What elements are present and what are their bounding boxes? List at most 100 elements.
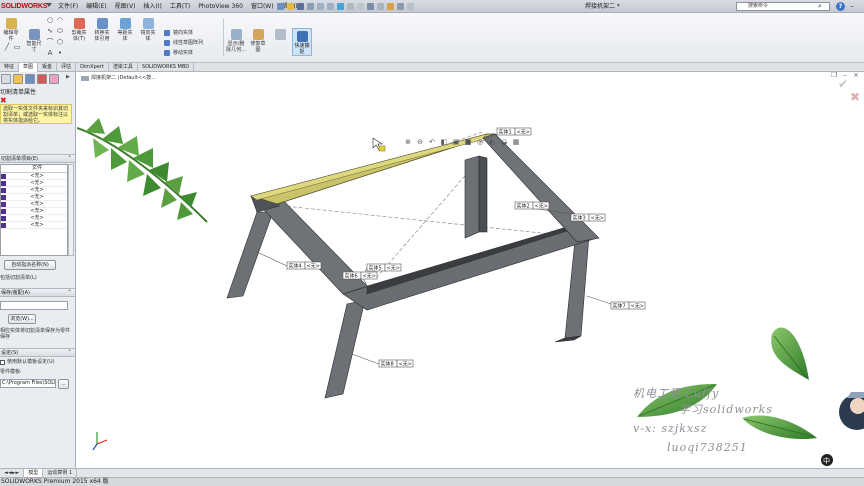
zoom-to-fit-icon[interactable]: ⊕ xyxy=(404,138,412,146)
callout-7[interactable]: 实体7 <无> xyxy=(610,301,646,310)
menu-photoview[interactable]: PhotoView 360 xyxy=(194,0,247,13)
template-path-field[interactable]: C:\Program Files\SOLIDWORKS xyxy=(0,379,56,388)
save-path-field[interactable] xyxy=(0,301,68,310)
tab-render-tools[interactable]: 渲染工具 xyxy=(109,63,138,72)
tab-mbd[interactable]: SOLIDWORKS MBD xyxy=(138,63,195,72)
tab-sketch[interactable]: 草图 xyxy=(19,63,39,72)
callout-1[interactable]: 实体1 <无> xyxy=(496,127,532,135)
display-manager-tab-icon[interactable] xyxy=(49,74,59,84)
frame-member[interactable] xyxy=(480,133,600,243)
section-view-icon[interactable]: ◧ xyxy=(440,138,448,146)
menu-view[interactable]: 视图(V) xyxy=(111,0,140,13)
options-gear-icon[interactable] xyxy=(357,3,364,10)
select-icon[interactable] xyxy=(327,3,334,10)
cut-list-group-header[interactable]: 切割清单项目(E) ⌃ xyxy=(0,154,75,163)
save-icon[interactable] xyxy=(297,3,304,10)
repair-sketch-button[interactable]: 修复草 图 xyxy=(248,27,268,57)
smart-dimension-button[interactable]: 智能尺 寸 xyxy=(24,27,44,57)
nav-arrows-icon[interactable]: ◄◄►► xyxy=(0,469,25,477)
file-properties-icon[interactable] xyxy=(347,3,354,10)
trim-entities-button[interactable]: 剪裁实 体(T) xyxy=(69,16,89,56)
mirror-entities-button[interactable]: 镜向实 体 xyxy=(138,16,158,56)
weldment-frame[interactable] xyxy=(226,133,600,399)
line-tool-icon[interactable]: ╱ xyxy=(3,43,11,51)
panel-scroll-right-icon[interactable]: ▶ xyxy=(66,74,70,80)
display-relations-button[interactable]: 显示/删 除几何... xyxy=(226,27,246,57)
tab-dimxpert[interactable]: DimXpert xyxy=(76,63,109,72)
move-entities-button[interactable]: 移动实体 xyxy=(164,49,193,57)
table-row[interactable]: <无> xyxy=(1,180,67,187)
appearance-icon[interactable] xyxy=(387,3,394,10)
confirm-cancel-icon[interactable]: ✖ xyxy=(850,90,860,104)
frame-member[interactable] xyxy=(564,235,590,339)
spline-tool-icon[interactable]: ∿ xyxy=(46,27,54,35)
template-browse-button[interactable]: ... xyxy=(58,379,69,389)
arc-tool-icon[interactable]: ◠ xyxy=(56,16,64,24)
convert-entities-button[interactable]: 转换实 体引用 xyxy=(92,16,112,56)
table-row[interactable]: <无> xyxy=(1,201,67,208)
callout-6[interactable]: 实体6 <无> xyxy=(342,271,378,280)
view-orientation-icon[interactable]: ▣ xyxy=(452,138,460,146)
auto-assign-name-button[interactable]: 自动指派名称(N) xyxy=(4,260,56,270)
edit-appearance-icon[interactable]: ◐ xyxy=(488,138,496,146)
circle-tool-icon[interactable]: ○ xyxy=(46,16,54,24)
hide-show-items-icon[interactable]: ◎ xyxy=(476,138,484,146)
hide-show-icon[interactable] xyxy=(407,3,414,10)
table-row[interactable]: <无> xyxy=(1,194,67,201)
table-row[interactable]: <无> xyxy=(1,173,67,180)
table-row[interactable]: <无> xyxy=(1,187,67,194)
rectangle-tool-icon[interactable]: ▭ xyxy=(13,43,21,51)
linear-pattern-button[interactable]: 线性草图阵列 xyxy=(164,39,203,47)
tab-evaluate[interactable]: 评估 xyxy=(57,63,77,72)
view-settings-icon[interactable]: ▦ xyxy=(512,138,520,146)
frame-member[interactable] xyxy=(226,211,274,299)
callout-3[interactable]: 实体3 <无> xyxy=(570,213,606,221)
minimize-icon[interactable]: – xyxy=(848,2,856,10)
tab-model[interactable]: 模型 xyxy=(24,469,44,477)
menu-file[interactable]: 文件(F) xyxy=(54,0,82,13)
sketch-tools-icon[interactable] xyxy=(367,3,374,10)
tab-motion-study[interactable]: 运动算例 1 xyxy=(43,469,78,477)
search-commands-input[interactable]: 搜索命令 xyxy=(736,2,830,11)
frame-member[interactable] xyxy=(478,155,488,233)
default-template-checkbox[interactable] xyxy=(0,360,5,365)
callout-5[interactable]: 实体5 <无> xyxy=(366,263,402,272)
menu-tools[interactable]: 工具(T) xyxy=(166,0,194,13)
fillet-tool-icon[interactable]: ⌒ xyxy=(46,38,54,46)
ellipse-tool-icon[interactable]: ⬭ xyxy=(56,27,64,35)
app-logo[interactable]: SOLIDWORKS xyxy=(1,1,47,12)
view-orientation-icon[interactable] xyxy=(377,3,384,10)
browse-button[interactable]: 浏览(W)... xyxy=(8,314,36,324)
menu-window[interactable]: 窗口(W) xyxy=(247,0,278,13)
tab-features[interactable]: 特征 xyxy=(0,63,20,72)
cut-list-table[interactable]: 文件 <无> <无> <无> <无> <无> <无> <无> <无> xyxy=(0,164,68,256)
default-template-label[interactable]: 使用默认模板设定(U) xyxy=(7,359,55,365)
close-doc-icon[interactable]: × xyxy=(852,72,860,79)
restore-icon[interactable]: ❐ xyxy=(830,72,838,79)
logo-dropdown-arrow-icon[interactable] xyxy=(46,3,52,7)
undo-icon[interactable] xyxy=(317,3,324,10)
print-icon[interactable] xyxy=(307,3,314,10)
settings-group-header[interactable]: 设定(S) ⌃ xyxy=(0,348,75,357)
confirm-ok-icon[interactable]: ✔ xyxy=(838,77,848,91)
frame-member[interactable] xyxy=(324,299,366,399)
quick-snaps-button[interactable]: 快速捕 捉 xyxy=(292,28,312,56)
dimxpert-manager-tab-icon[interactable] xyxy=(37,74,47,84)
frame-member[interactable] xyxy=(464,155,480,239)
help-icon[interactable]: ? xyxy=(836,2,845,11)
cut-list-checkbox-label[interactable]: 包括切割清单(L) xyxy=(0,275,37,281)
feature-manager-tab-icon[interactable] xyxy=(1,74,11,84)
feature-tree-flyout[interactable]: 焊接机架二 (Default<<按... xyxy=(79,75,156,82)
open-document-icon[interactable] xyxy=(287,3,294,10)
model-viewport[interactable]: 实体1 <无> 实体2 <无> 实体3 <无> 实体4 <无> 实体5 <无> 实体6 <无> 实体7 <… xyxy=(77,72,864,468)
menu-insert[interactable]: 插入(I) xyxy=(139,0,165,13)
new-document-icon[interactable] xyxy=(277,3,284,10)
sketch-extra-button[interactable] xyxy=(270,27,290,57)
configuration-manager-tab-icon[interactable] xyxy=(25,74,35,84)
rebuild-icon[interactable] xyxy=(337,3,344,10)
graphics-area[interactable]: 实体1 <无> 实体2 <无> 实体3 <无> 实体4 <无> 实体5 <无> 实体6 <无> 实体7 <… xyxy=(77,72,864,468)
polygon-tool-icon[interactable]: ⬡ xyxy=(56,38,64,46)
zoom-to-area-icon[interactable]: ⊖ xyxy=(416,138,424,146)
offset-entities-button[interactable]: 等距实 体 xyxy=(115,16,135,56)
mirror-entities-small-button[interactable]: 镜向实体 xyxy=(164,29,193,37)
